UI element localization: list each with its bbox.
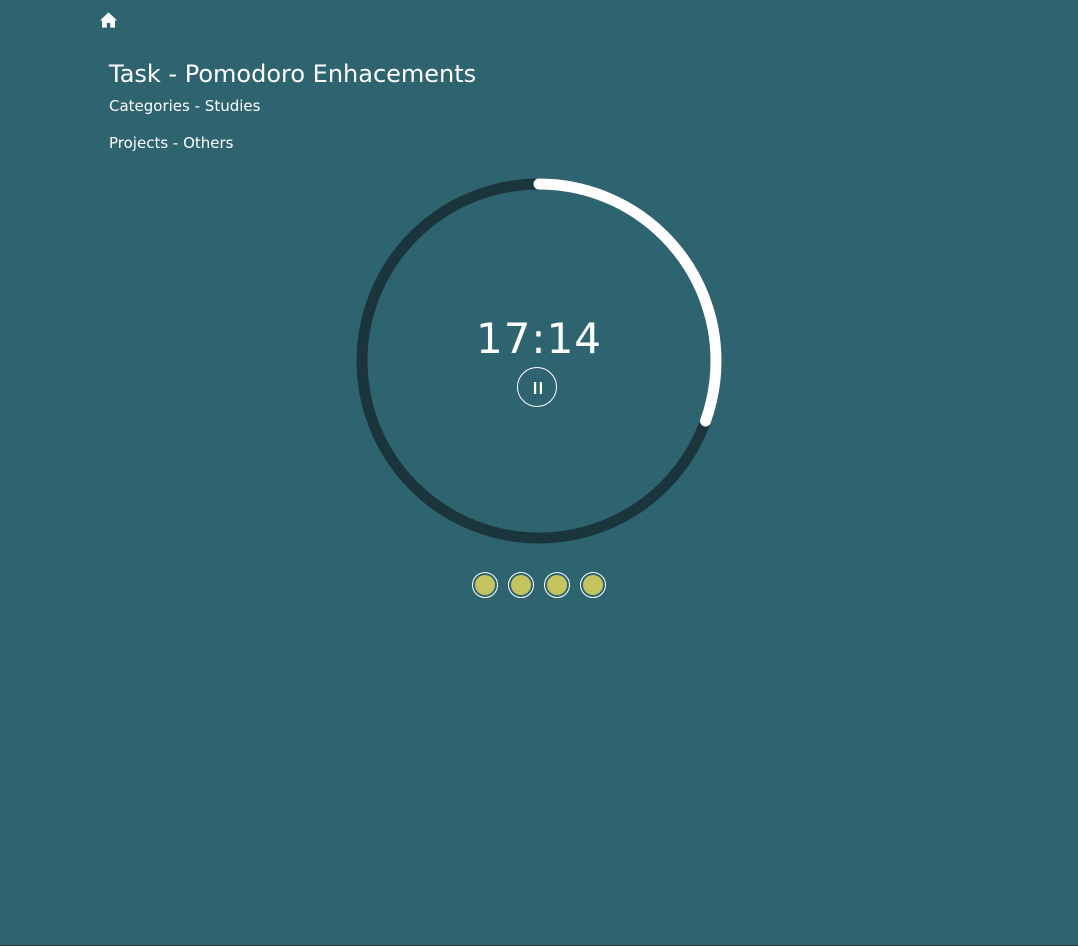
pause-button[interactable]	[517, 367, 557, 407]
task-title: Task - Pomodoro Enhacements	[109, 60, 477, 88]
session-dot-fill	[583, 575, 603, 595]
session-dot-fill	[511, 575, 531, 595]
timer: 17:14	[354, 176, 724, 546]
session-dot-fill	[475, 575, 495, 595]
session-dot	[580, 572, 606, 598]
session-dot	[472, 572, 498, 598]
pause-icon	[534, 382, 542, 394]
task-projects: Projects - Others	[109, 134, 234, 152]
session-dot	[508, 572, 534, 598]
home-icon	[99, 12, 118, 28]
timer-display: 17:14	[475, 314, 603, 363]
session-dot-fill	[547, 575, 567, 595]
session-indicators	[472, 572, 606, 598]
task-categories: Categories - Studies	[109, 97, 261, 115]
session-dot	[544, 572, 570, 598]
home-button[interactable]	[99, 11, 118, 29]
